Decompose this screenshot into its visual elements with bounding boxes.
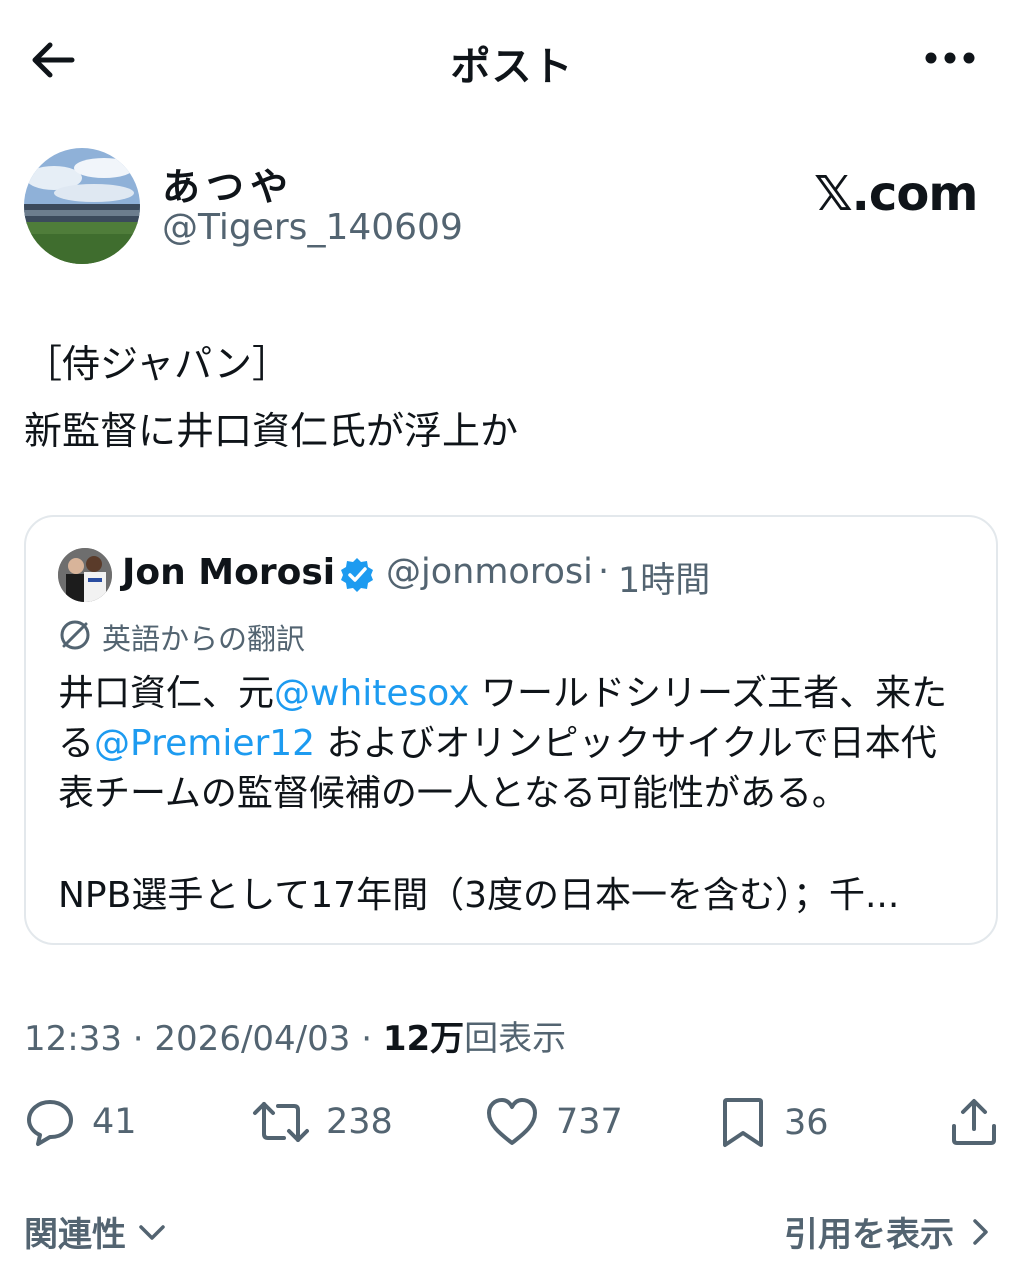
- bookmark-icon: [723, 1098, 763, 1147]
- view-quotes-label: 引用を表示: [784, 1215, 954, 1255]
- chevron-right-icon: [973, 1218, 988, 1245]
- quoted-author-name[interactable]: Jon Morosi: [122, 552, 335, 593]
- quoted-text-line: 表チームの監督候補の一人となる可能性がある。: [58, 773, 848, 814]
- share-icon: [952, 1099, 996, 1145]
- post-time[interactable]: 12:33: [24, 1019, 122, 1059]
- repost-count: 238: [326, 1102, 393, 1142]
- relevance-label: 関連性: [24, 1215, 126, 1255]
- author-handle[interactable]: @Tigers_140609: [162, 207, 463, 248]
- bookmark-button[interactable]: 36: [718, 1096, 829, 1150]
- author-avatar[interactable]: [24, 148, 140, 264]
- author-display-name[interactable]: あつや: [162, 156, 294, 211]
- reply-icon: [27, 1100, 73, 1146]
- more-button[interactable]: [916, 36, 984, 80]
- post-date[interactable]: 2026/04/03: [154, 1019, 350, 1059]
- bookmark-count: 36: [784, 1103, 829, 1143]
- like-count: 737: [556, 1102, 623, 1142]
- person-avatar-image: [58, 548, 112, 602]
- post-meta: 12:33 · 2026/04/03 · 12万回表示: [24, 1019, 567, 1059]
- views-label: 回表示: [464, 1019, 567, 1059]
- quoted-post-time: 1時間: [618, 561, 711, 601]
- more-horizontal-icon: [925, 52, 975, 64]
- relevance-sort-button[interactable]: 関連性: [24, 1207, 168, 1256]
- views-count: 12万: [382, 1019, 465, 1059]
- verified-badge-icon: [338, 556, 376, 594]
- like-button[interactable]: 737: [484, 1096, 623, 1148]
- mention-link[interactable]: @whitesox: [274, 673, 470, 714]
- stadium-avatar-image: [24, 148, 140, 264]
- share-button[interactable]: [948, 1096, 1000, 1148]
- chevron-down-icon: [139, 1224, 165, 1240]
- quoted-author-avatar[interactable]: [58, 548, 112, 602]
- translate-icon: [58, 618, 92, 652]
- reply-button[interactable]: 41: [24, 1096, 137, 1148]
- quoted-text-line: る@Premier12 およびオリンピックサイクルで日本代: [58, 723, 937, 764]
- heart-icon: [487, 1098, 537, 1145]
- page-title: ポスト: [450, 44, 574, 90]
- repost-icon: [253, 1102, 309, 1142]
- view-quotes-link[interactable]: 引用を表示: [784, 1207, 992, 1256]
- separator-dot: ·: [598, 552, 610, 592]
- quoted-text-line: NPB選手として17年間（3度の日本一を含む）；千...: [58, 875, 900, 916]
- xcom-watermark: 𝕏.com: [814, 166, 978, 222]
- repost-button[interactable]: 238: [252, 1096, 393, 1148]
- post-text-line: 新監督に井口資仁氏が浮上か: [24, 409, 519, 453]
- mention-link[interactable]: @Premier12: [94, 723, 315, 764]
- quoted-text-line: 井口資仁、元@whitesox ワールドシリーズ王者、来た: [58, 673, 948, 714]
- translation-label[interactable]: 英語からの翻訳: [102, 616, 305, 658]
- reply-count: 41: [92, 1102, 137, 1142]
- post-text-line: ［侍ジャパン］: [24, 342, 291, 386]
- quoted-author-handle[interactable]: @jonmorosi: [386, 552, 593, 592]
